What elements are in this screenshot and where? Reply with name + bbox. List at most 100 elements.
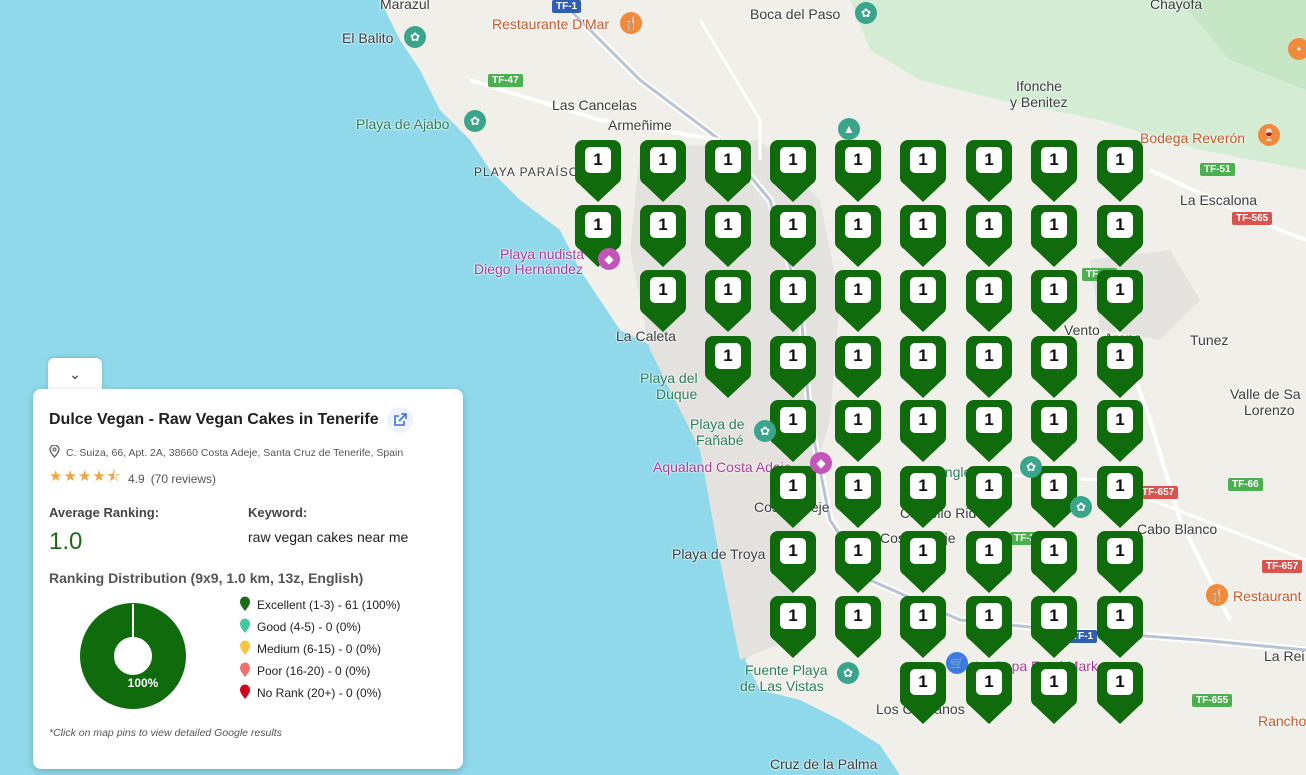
map-poi-icon[interactable]: ✿ [464, 110, 486, 132]
review-count: (70 reviews) [150, 471, 217, 486]
rank-pin-r2-c5[interactable]: 1 [833, 205, 883, 269]
map-poi-icon[interactable]: 🛒 [946, 652, 968, 674]
rank-pin-r7-c5[interactable]: 1 [833, 531, 883, 595]
rank-pin-r7-c4[interactable]: 1 [768, 531, 818, 595]
map-place-label: Diego Hernández [474, 261, 583, 277]
rank-pin-r4-c7[interactable]: 1 [964, 336, 1014, 400]
rank-pin-r3-c3[interactable]: 1 [703, 270, 753, 334]
legend-pin-icon [239, 596, 251, 615]
rank-pin-r3-c9[interactable]: 1 [1095, 270, 1145, 334]
rank-pin-r4-c9[interactable]: 1 [1095, 336, 1145, 400]
rank-pin-r9-c7[interactable]: 1 [964, 662, 1014, 726]
rank-pin-r8-c7[interactable]: 1 [964, 596, 1014, 660]
map-poi-icon[interactable]: ✿ [855, 2, 877, 24]
map-poi-icon[interactable]: • [1288, 38, 1306, 60]
rank-pin-r9-c8[interactable]: 1 [1029, 662, 1079, 726]
map-place-label: Armeñime [608, 117, 672, 133]
rank-pin-r3-c5[interactable]: 1 [833, 270, 883, 334]
rank-pin-r7-c9[interactable]: 1 [1095, 531, 1145, 595]
legend-pin-icon [239, 684, 251, 703]
map-poi-icon[interactable]: ✿ [1020, 456, 1042, 478]
rank-pin-r1-c1[interactable]: 1 [573, 140, 623, 204]
rank-pin-r5-c5[interactable]: 1 [833, 400, 883, 464]
external-link-icon[interactable] [386, 407, 413, 433]
collapse-panel-button[interactable]: ⌄ [48, 358, 102, 392]
rank-pin-number: 1 [788, 346, 798, 365]
rank-pin-r6-c6[interactable]: 1 [898, 466, 948, 530]
map-place-label: Cabo Blanco [1137, 521, 1218, 537]
rank-pin-r5-c8[interactable]: 1 [1029, 400, 1079, 464]
road-shield: TF-1 [552, 0, 582, 13]
legend-pin-icon [239, 662, 251, 681]
map-place-label: Fuente Playa [745, 662, 828, 678]
rank-pin-r4-c4[interactable]: 1 [768, 336, 818, 400]
rank-pin-number: 1 [853, 606, 863, 625]
rank-pin-r7-c7[interactable]: 1 [964, 531, 1014, 595]
road-shield: TF-47 [488, 74, 523, 87]
rank-pin-r1-c8[interactable]: 1 [1029, 140, 1079, 204]
legend-item: Medium (6-15) - 0 (0%) [239, 638, 400, 660]
rank-pin-r6-c7[interactable]: 1 [964, 466, 1014, 530]
rank-pin-r1-c6[interactable]: 1 [898, 140, 948, 204]
rank-pin-r8-c6[interactable]: 1 [898, 596, 948, 660]
rank-pin-r8-c5[interactable]: 1 [833, 596, 883, 660]
rank-pin-r5-c7[interactable]: 1 [964, 400, 1014, 464]
map-poi-icon[interactable]: 🍷 [1258, 124, 1280, 146]
rank-pin-r4-c3[interactable]: 1 [703, 336, 753, 400]
rank-pin-r3-c7[interactable]: 1 [964, 270, 1014, 334]
rank-pin-r8-c4[interactable]: 1 [768, 596, 818, 660]
rank-pin-r9-c9[interactable]: 1 [1095, 662, 1145, 726]
rank-pin-number: 1 [853, 280, 863, 299]
rank-pin-r1-c4[interactable]: 1 [768, 140, 818, 204]
rank-pin-r4-c6[interactable]: 1 [898, 336, 948, 400]
rank-pin-r2-c8[interactable]: 1 [1029, 205, 1079, 269]
rank-pin-number: 1 [918, 606, 928, 625]
rank-pin-r6-c4[interactable]: 1 [768, 466, 818, 530]
map-poi-icon[interactable]: 🍴 [620, 12, 642, 34]
map-poi-icon[interactable]: ✿ [837, 662, 859, 684]
rank-pin-r1-c2[interactable]: 1 [638, 140, 688, 204]
rank-pin-r5-c9[interactable]: 1 [1095, 400, 1145, 464]
rank-pin-number: 1 [1049, 606, 1059, 625]
rank-pin-r6-c9[interactable]: 1 [1095, 466, 1145, 530]
rank-pin-r2-c9[interactable]: 1 [1095, 205, 1145, 269]
rank-pin-r8-c8[interactable]: 1 [1029, 596, 1079, 660]
rank-pin-r8-c9[interactable]: 1 [1095, 596, 1145, 660]
map-place-label: Bodega Reverón [1140, 130, 1246, 146]
rank-pin-r2-c2[interactable]: 1 [638, 205, 688, 269]
rank-pin-r3-c4[interactable]: 1 [768, 270, 818, 334]
rank-pin-number: 1 [984, 541, 994, 560]
map-poi-icon[interactable]: ▲ [838, 118, 860, 140]
rank-pin-r2-c7[interactable]: 1 [964, 205, 1014, 269]
rank-pin-r9-c6[interactable]: 1 [898, 662, 948, 726]
rank-pin-number: 1 [788, 410, 798, 429]
rank-pin-r2-c3[interactable]: 1 [703, 205, 753, 269]
rank-pin-r2-c6[interactable]: 1 [898, 205, 948, 269]
rank-pin-number: 1 [853, 476, 863, 495]
map-place-label: Duque [656, 386, 698, 402]
rank-pin-r1-c3[interactable]: 1 [703, 140, 753, 204]
map-poi-icon[interactable]: ◆ [810, 452, 832, 474]
rank-pin-r1-c7[interactable]: 1 [964, 140, 1014, 204]
map-poi-icon[interactable]: ✿ [1070, 496, 1092, 518]
rank-pin-r1-c9[interactable]: 1 [1095, 140, 1145, 204]
rank-pin-r1-c5[interactable]: 1 [833, 140, 883, 204]
rank-pin-r3-c6[interactable]: 1 [898, 270, 948, 334]
map-poi-icon[interactable]: 🍴 [1206, 584, 1228, 606]
map-poi-icon[interactable]: ✿ [404, 26, 426, 48]
rank-pin-r7-c6[interactable]: 1 [898, 531, 948, 595]
legend-label: Medium (6-15) - 0 (0%) [257, 642, 382, 656]
rank-pin-r4-c8[interactable]: 1 [1029, 336, 1079, 400]
rank-pin-r3-c8[interactable]: 1 [1029, 270, 1079, 334]
rank-pin-number: 1 [593, 215, 603, 234]
map-poi-icon[interactable]: ◆ [598, 248, 620, 270]
rank-pin-r2-c4[interactable]: 1 [768, 205, 818, 269]
rank-pin-r7-c8[interactable]: 1 [1029, 531, 1079, 595]
legend-item: Excellent (1-3) - 61 (100%) [239, 594, 400, 616]
rank-pin-r3-c2[interactable]: 1 [638, 270, 688, 334]
rank-pin-r5-c6[interactable]: 1 [898, 400, 948, 464]
road-shield: TF-565 [1232, 212, 1273, 225]
rank-pin-r4-c5[interactable]: 1 [833, 336, 883, 400]
rank-pin-r6-c5[interactable]: 1 [833, 466, 883, 530]
map-poi-icon[interactable]: ✿ [754, 420, 776, 442]
